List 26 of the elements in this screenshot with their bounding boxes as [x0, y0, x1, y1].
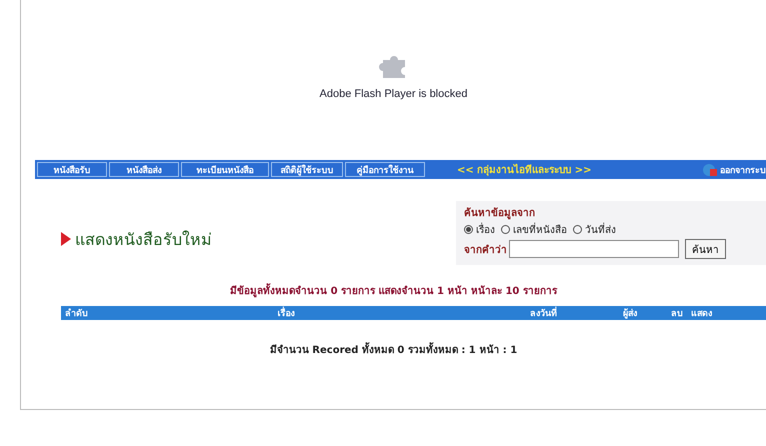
result-summary: มีข้อมูลทั้งหมดจำนวน 0 รายการ แสดงจำนวน 1 หน้า หน้าละ 10 รายการ	[21, 283, 766, 298]
keyword-input-field[interactable]	[509, 240, 679, 258]
nav-button[interactable]: หนังสือส่ง	[109, 162, 179, 177]
triangle-bullet-icon	[61, 232, 71, 246]
page-heading: แสดงหนังสือรับใหม่	[75, 228, 212, 250]
nav-button[interactable]: ทะเบียนหนังสือ	[181, 162, 269, 177]
search-title: ค้นหาข้อมูลจาก	[464, 206, 536, 220]
logout-link[interactable]: ออกจากระบ	[702, 162, 766, 176]
nav-button[interactable]: สถิติผู้ใช้ระบบ	[271, 162, 343, 177]
keyword-label: จากคำว่า	[464, 244, 507, 256]
search-option[interactable]: วันที่ส่ง	[573, 222, 616, 237]
record-count: มีจำนวน Recored ทั้งหมด 0 รวมทั้งหมด : 1 หน้า : 1	[21, 342, 766, 357]
column-header: ลบ	[670, 308, 684, 320]
plugin-blocked-message: Adobe Flash Player is blocked	[320, 88, 468, 100]
globe-icon	[702, 162, 718, 176]
column-header: ลำดับ	[64, 307, 89, 320]
column-header: เรื่อง	[181, 306, 391, 320]
search-button[interactable]: ค้นหา	[685, 239, 726, 259]
search-option[interactable]: เรื่อง	[464, 222, 495, 237]
group-title: << กลุ่มงานไอทีและระบบ >>	[457, 162, 592, 177]
nav-button[interactable]: หนังสือรับ	[37, 162, 107, 177]
column-header: ผู้ส่ง	[622, 307, 638, 320]
column-header: แสดง	[690, 308, 713, 320]
column-header: ลงวันที่	[391, 306, 561, 320]
nav-button[interactable]: คู่มือการใช้งาน	[345, 162, 425, 177]
search-option[interactable]: เลขที่หนังสือ	[501, 222, 567, 237]
